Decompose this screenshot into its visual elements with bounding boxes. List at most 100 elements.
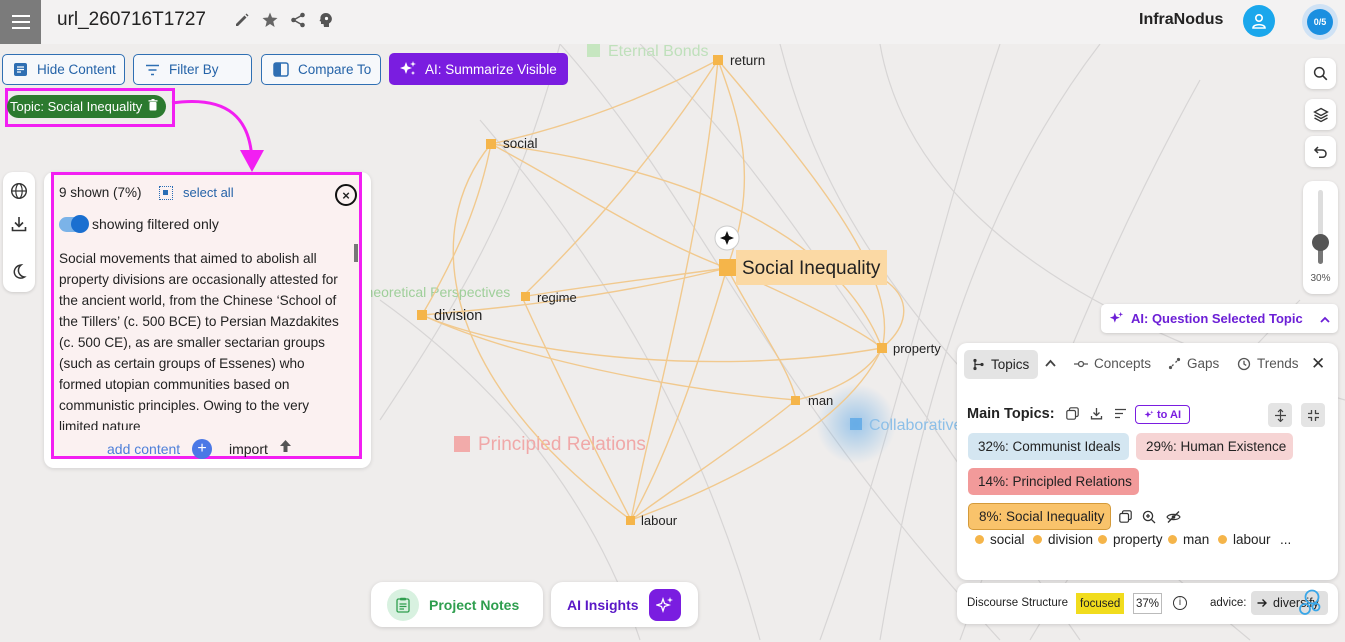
keyword-division[interactable]: division [1033,532,1093,547]
project-notes-button[interactable]: Project Notes [371,582,543,627]
download-icon[interactable] [1090,407,1104,421]
graph-node-social-inequality[interactable]: Social Inequality [719,250,887,285]
document-icon [14,63,27,76]
content-scrollbar[interactable] [354,244,358,262]
sparkles-icon [648,588,681,621]
share-icon[interactable] [289,11,307,29]
keyword-man[interactable]: man [1168,532,1209,547]
svg-text:regime: regime [537,290,577,305]
add-content-link[interactable]: add content [107,441,180,457]
svg-text:social: social [503,136,538,151]
brain-settings-icon[interactable] [317,11,335,29]
collapse-arrows-icon[interactable] [1301,403,1325,427]
filter-lines-icon [146,64,159,75]
node-ai-sparkle-icon[interactable] [714,225,740,251]
topic-pill-social-inequality[interactable]: 8%: Social Inequality [968,503,1111,530]
tab-trends[interactable]: Trends [1237,356,1299,371]
svg-text:Social Inequality: Social Inequality [742,258,881,279]
globe-icon[interactable] [10,182,28,200]
expand-vertical-icon[interactable] [1268,403,1292,427]
copy-icon[interactable] [1119,510,1133,524]
search-icon[interactable] [1305,58,1336,89]
graph-node-property[interactable]: property [877,341,941,356]
graph-node-division[interactable]: division [417,308,482,324]
filter-by-button[interactable]: Filter By [133,54,252,85]
graph-node-man[interactable]: man [791,393,833,408]
import-link[interactable]: import [229,441,268,457]
progress-badge[interactable]: 0/5 [1302,4,1338,40]
discourse-percent: 37% [1133,593,1162,614]
layers-icon[interactable] [1305,99,1336,130]
user-account-icon[interactable] [1243,5,1275,37]
ai-summarize-visible-button[interactable]: AI: Summarize Visible [389,53,568,85]
keyword-social[interactable]: social [975,532,1025,547]
svg-text:division: division [434,308,482,324]
concept-node-icon [1074,360,1088,367]
select-all-icon[interactable] [159,186,173,200]
keyword-labour[interactable]: labour [1218,532,1271,547]
advice-label: advice: [1210,597,1247,609]
left-toolbar [3,172,35,292]
arrow-right-icon [1257,599,1267,607]
topic-pill-principled-relations[interactable]: 14%: Principled Relations [968,468,1139,495]
clipboard-icon [387,588,419,621]
topic-pill-human-existence[interactable]: 29%: Human Existence [1136,433,1293,460]
dark-mode-moon-icon[interactable] [10,263,28,281]
hide-content-button[interactable]: Hide Content [2,54,125,85]
filtered-only-toggle[interactable] [59,215,89,233]
discourse-structure-label: Discourse Structure [967,597,1068,609]
gaps-icon [1168,357,1181,370]
close-panel-icon[interactable]: × [335,184,357,206]
edit-pencil-icon[interactable] [233,11,251,29]
svg-text:man: man [808,393,833,408]
topics-branch-icon [973,358,984,371]
zoom-in-icon[interactable] [1142,510,1156,524]
compare-to-button[interactable]: Compare To [261,54,381,85]
graph-node-regime[interactable]: regime [521,290,577,305]
chevron-up-icon[interactable] [1320,312,1330,326]
add-plus-icon[interactable]: + [192,439,212,459]
svg-text:property: property [893,341,941,356]
download-icon[interactable] [10,215,28,233]
topic-filter-chip[interactable]: Topic: Social Inequality [7,95,166,118]
zoom-level: 30% [1310,273,1331,284]
diversify-circles-icon [1299,589,1321,615]
topic-pill-communist-ideals[interactable]: 32%: Communist Ideals [968,433,1129,460]
cluster-label-collaborative: Collaborative [869,417,962,434]
graph-title[interactable]: url_260716T1727 [57,9,206,31]
svg-text:return: return [730,53,765,68]
close-icon[interactable]: ✕ [1311,354,1325,374]
cluster-label-eternal-bonds: Eternal Bonds [608,44,709,60]
upload-arrow-icon[interactable] [279,439,292,456]
topic-filter-label: Topic: Social Inequality [10,99,143,114]
info-icon[interactable]: i [1173,596,1187,610]
tab-concepts[interactable]: Concepts [1074,356,1151,371]
ai-question-selected-topic-button[interactable]: AI: Question Selected Topic [1101,304,1338,333]
copy-icon[interactable] [1066,407,1080,421]
star-icon[interactable] [261,11,279,29]
chevron-up-icon[interactable] [1045,356,1056,370]
cluster-label-principled-relations: Principled Relations [478,434,646,455]
undo-icon[interactable] [1305,136,1336,167]
keyword-property[interactable]: property [1098,532,1163,547]
clock-history-icon [1237,357,1251,370]
sparkles-icon [1109,311,1124,323]
tab-topics[interactable]: Topics [964,350,1038,379]
filtered-only-label: showing filtered only [92,216,219,232]
to-ai-button[interactable]: to AI [1135,405,1190,424]
zoom-slider-handle[interactable] [1312,233,1329,251]
trash-icon[interactable] [148,99,158,114]
sparkles-icon [400,61,416,75]
hide-eye-icon[interactable] [1166,510,1181,524]
content-statement-text[interactable]: Social movements that aimed to abolish a… [59,248,345,430]
ai-insights-button[interactable]: AI Insights [551,582,698,627]
tab-gaps[interactable]: Gaps [1168,356,1219,371]
graph-node-return[interactable]: return [713,53,765,68]
compare-icon [273,62,289,77]
hamburger-menu-icon[interactable] [0,0,41,44]
sort-list-icon[interactable] [1114,407,1128,421]
select-all-link[interactable]: select all [183,185,234,200]
more-keywords[interactable]: ... [1280,532,1291,547]
graph-node-social[interactable]: social [486,136,538,151]
cluster-label-theoretical-perspectives: Theoretical Perspectives [357,284,510,300]
